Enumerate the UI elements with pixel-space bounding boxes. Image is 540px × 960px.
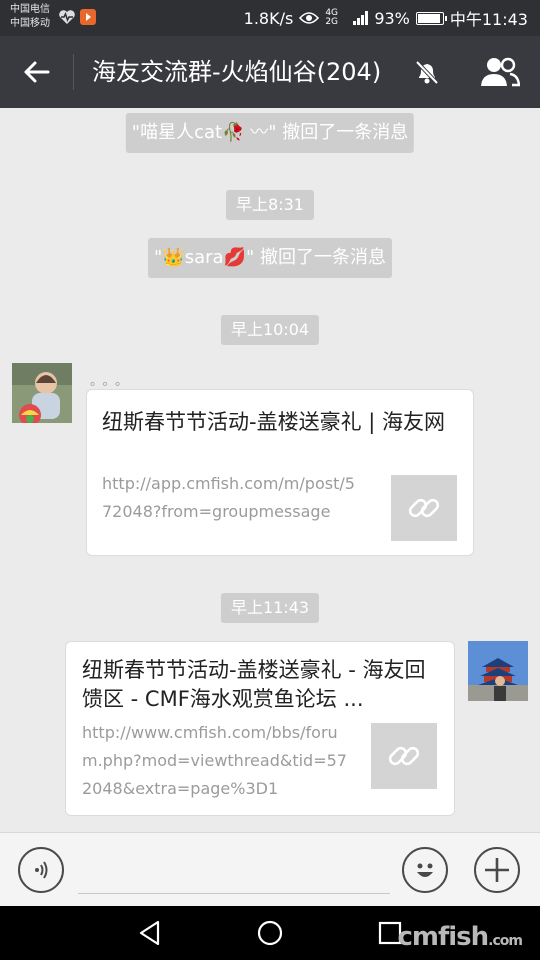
avatar[interactable] (12, 363, 72, 423)
home-circle-icon[interactable] (256, 919, 284, 947)
header-divider (73, 54, 74, 90)
heart-rate-icon (59, 10, 75, 24)
status-right: 1.8K/s 4G 2G 93% 中午11:43 (244, 6, 528, 30)
battery-icon (415, 11, 447, 25)
link-thumbnail (391, 475, 457, 541)
link-card[interactable]: 纽斯春节节活动-盖楼送豪礼 | 海友网 http://app.cmfish.co… (86, 389, 474, 556)
carrier-labels: 中国电信 中国移动 (10, 3, 50, 31)
battery-percent: 93% (374, 8, 410, 28)
link-card-title: 纽斯春节节活动-盖楼送豪礼 - 海友回馈区 - CMF海水观赏鱼论坛 ... (82, 658, 426, 711)
chat-header: 海友交流群-火焰仙谷(204) (0, 36, 540, 108)
recall-notice: "喵星人cat🥀 〰" 撤回了一条消息 (125, 113, 415, 153)
voice-button[interactable] (18, 847, 64, 893)
eye-icon (299, 12, 320, 24)
network-speed: 1.8K/s (243, 8, 294, 28)
timestamp: 早上11:43 (220, 593, 320, 623)
link-card-url: http://app.cmfish.com/m/post/572048?from… (102, 474, 355, 521)
link-thumbnail (371, 723, 437, 789)
link-card-title: 纽斯春节节活动-盖楼送豪礼 | 海友网 (102, 410, 446, 434)
status-app-icons (58, 9, 96, 25)
carrier-1: 中国电信 (10, 4, 50, 15)
system-nav-bar: cmfish.com (0, 906, 540, 960)
link-card[interactable]: 纽斯春节节活动-盖楼送豪礼 - 海友回馈区 - CMF海水观赏鱼论坛 ... h… (65, 641, 455, 816)
link-icon (408, 498, 440, 518)
timestamp: 早上8:31 (226, 190, 314, 220)
emoji-button[interactable] (402, 847, 448, 893)
input-bar (0, 832, 540, 907)
chat-title: 海友交流群-火焰仙谷(204) (92, 58, 382, 86)
plus-icon (485, 858, 509, 882)
back-triangle-icon[interactable] (136, 919, 164, 947)
signal-icon (353, 11, 369, 25)
carrier-2: 中国移动 (10, 18, 50, 29)
link-card-url: http://www.cmfish.com/bbs/forum.php?mod=… (82, 723, 347, 798)
more-button[interactable] (474, 847, 520, 893)
recall-notice: "👑sara💋" 撤回了一条消息 (148, 238, 392, 278)
group-icon[interactable] (480, 56, 520, 88)
bell-off-icon (415, 60, 439, 85)
voice-icon (35, 861, 48, 879)
avatar[interactable] (468, 641, 528, 701)
link-icon (388, 746, 420, 766)
child-avatar-image (12, 363, 72, 423)
video-app-icon (80, 9, 96, 25)
message-input[interactable] (78, 893, 390, 894)
watermark-logo: cmfish.com (397, 922, 523, 952)
timestamp: 早上10:04 (220, 315, 320, 345)
temple-avatar-image (468, 641, 528, 701)
emoji-icon (417, 863, 433, 877)
clock: 中午11:43 (449, 10, 528, 29)
arrow-left-icon[interactable] (20, 56, 52, 88)
sender-name: 。。。 (90, 374, 135, 389)
status-bar: 中国电信 中国移动 1.8K/s 4G 2G 93% 中午11:43 (0, 0, 540, 36)
network-type: 4G 2G (325, 8, 339, 27)
